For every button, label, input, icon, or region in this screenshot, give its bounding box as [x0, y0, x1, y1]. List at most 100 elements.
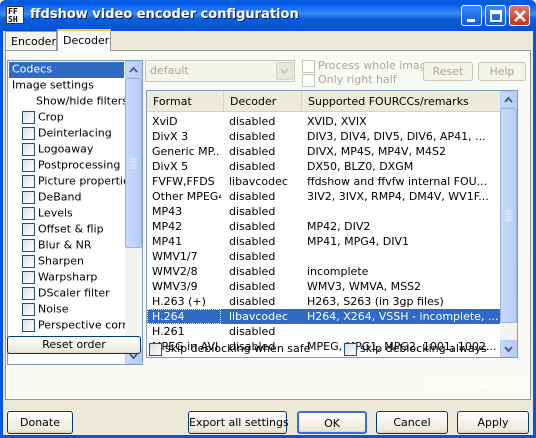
codec-row[interactable]: WMV3/9 disabled WMV3, WMVA, MSS2 — [147, 279, 501, 294]
minimize-button[interactable] — [461, 5, 482, 26]
codec-cell-remarks: DX50, BLZ0, DXGM — [307, 160, 414, 173]
tree-item-label: Picture properties — [38, 174, 136, 188]
codec-row[interactable]: H.261 disabled — [147, 324, 501, 339]
skip-deblocking-always-checkbox[interactable]: skip deblocking always — [344, 342, 487, 356]
filter-checkbox[interactable] — [22, 110, 35, 124]
codec-cell-format: Generic MP... — [152, 145, 221, 158]
codec-row[interactable]: MP43 disabled — [147, 204, 501, 219]
codec-row[interactable]: DivX 5 disabled DX50, BLZ0, DXGM — [147, 159, 501, 174]
column-header-decoder[interactable]: Decoder — [224, 91, 302, 111]
reset-button[interactable]: Reset — [423, 62, 473, 81]
filter-checkbox[interactable] — [22, 142, 35, 156]
tree-item-label: Deinterlacing — [38, 126, 112, 140]
tree-item[interactable]: Deinterlacing — [22, 126, 124, 142]
codec-row[interactable]: Generic MP... disabled DIVX, MP4S, MP4V, M… — [147, 144, 501, 159]
tree-item[interactable]: Logoaway — [22, 142, 124, 158]
filter-checkbox[interactable] — [22, 270, 35, 284]
tree-scrollbar[interactable] — [125, 61, 142, 364]
filter-checkbox[interactable] — [22, 318, 35, 332]
codec-row[interactable]: MP42 disabled MP42, DIV2 — [147, 219, 501, 234]
filter-checkbox[interactable] — [22, 206, 35, 220]
filter-checkbox[interactable] — [22, 286, 35, 300]
column-header-format[interactable]: Format — [147, 91, 224, 111]
chevron-down-icon — [280, 68, 289, 75]
codec-cell-format: H.261 — [152, 325, 185, 338]
donate-button[interactable]: Donate — [7, 411, 73, 434]
grip-icon — [505, 210, 512, 221]
codec-cell-remarks: incomplete — [307, 265, 369, 278]
skip-deblocking-always-box[interactable] — [344, 342, 357, 356]
tree-item[interactable]: DScaler filter — [22, 286, 124, 302]
tab-decoder[interactable]: Decoder — [57, 29, 111, 51]
tree-scroll-up-button[interactable] — [125, 61, 142, 78]
window-title: ffdshow video encoder configuration — [30, 7, 299, 22]
codec-list-scroll-down-button[interactable] — [500, 340, 517, 357]
tree-item[interactable]: Warpsharp — [22, 270, 124, 286]
tree-item[interactable]: Blur & NR — [22, 238, 124, 254]
codec-list-scroll-thumb[interactable] — [500, 108, 517, 323]
codec-row[interactable]: WMV1/7 disabled — [147, 249, 501, 264]
title-bar[interactable]: FF SH ffdshow video encoder configuration — [0, 0, 536, 31]
maximize-button[interactable] — [485, 5, 506, 26]
filter-checkbox[interactable] — [22, 190, 35, 204]
codec-cell-decoder: libavcodec — [229, 175, 288, 188]
process-whole-image-checkbox[interactable]: Process whole image — [302, 59, 434, 73]
only-right-half-checkbox[interactable]: Only right half — [302, 73, 397, 87]
codec-row[interactable]: XviD disabled XVID, XVIX — [147, 114, 501, 129]
ffdshow-app-icon[interactable]: FF SH — [6, 6, 24, 24]
tree-item[interactable]: Postprocessing — [22, 158, 124, 174]
filter-checkbox[interactable] — [22, 158, 35, 172]
help-button[interactable]: Help — [478, 62, 526, 81]
apply-button[interactable]: Apply — [457, 411, 529, 434]
section-tree[interactable]: Codecs Image settings Show/hide filters Cro… — [7, 60, 143, 365]
process-whole-image-box[interactable] — [302, 59, 315, 73]
tree-item[interactable]: Levels — [22, 206, 124, 222]
filter-checkbox[interactable] — [22, 302, 35, 316]
chevron-up-icon — [129, 66, 138, 73]
tree-item[interactable]: Image settings — [12, 78, 124, 94]
tree-item[interactable]: Picture properties — [22, 174, 135, 190]
codec-cell-decoder: disabled — [229, 265, 276, 278]
skip-deblocking-when-safe-box[interactable] — [149, 342, 162, 356]
codec-list-scroll-up-button[interactable] — [500, 91, 517, 108]
codec-cell-remarks — [302, 249, 501, 264]
tab-encoder[interactable]: Encoder — [5, 31, 57, 51]
preset-dropdown-button[interactable] — [276, 62, 293, 80]
tree-item[interactable]: Sharpen — [22, 254, 124, 270]
codec-row[interactable]: DivX 3 disabled DIV3, DIV4, DIV5, DIV6, AP… — [147, 129, 501, 144]
codec-list-scrollbar[interactable] — [500, 91, 517, 357]
preset-select[interactable]: default — [145, 60, 295, 82]
tree-item[interactable]: Codecs — [9, 62, 124, 78]
export-all-settings-button[interactable]: Export all settings — [188, 411, 289, 434]
reset-order-button[interactable]: Reset order — [7, 336, 141, 354]
codec-cell-format: MP43 — [152, 205, 183, 218]
codec-row[interactable]: WMV2/8 disabled incomplete — [147, 264, 501, 279]
tree-item[interactable]: Show/hide filters — [36, 94, 128, 110]
codec-cell-remarks: XVID, XVIX — [307, 115, 367, 128]
codec-cell-format: Other MPEG4 — [152, 190, 221, 203]
tree-scroll-thumb[interactable] — [125, 78, 142, 248]
codec-row[interactable]: MP41 disabled MP41, MPG4, DIV1 — [147, 234, 501, 249]
tree-item[interactable]: Perspective corr. — [22, 318, 129, 334]
skip-deblocking-when-safe-checkbox[interactable]: skip deblocking when safe — [149, 342, 310, 356]
tree-item[interactable]: Crop — [22, 110, 124, 126]
watermark-text: digital-digest.com — [427, 379, 526, 392]
filter-checkbox[interactable] — [22, 254, 35, 268]
filter-checkbox[interactable] — [22, 126, 35, 140]
cancel-button[interactable]: Cancel — [376, 411, 448, 434]
column-header-remarks[interactable]: Supported FOURCCs/remarks — [302, 91, 501, 111]
tree-item[interactable]: DeBand — [22, 190, 124, 206]
codec-row[interactable]: FVFW,FFDS libavcodec ffdshow and ffvfw int… — [147, 174, 501, 189]
tree-item[interactable]: Offset & flip — [22, 222, 124, 238]
only-right-half-box[interactable] — [302, 73, 315, 87]
filter-checkbox[interactable] — [22, 174, 35, 188]
codec-row[interactable]: Other MPEG4 disabled 3IV2, 3IVX, RMP4, DM4… — [147, 189, 501, 204]
codec-list[interactable]: Format Decoder Supported FOURCCs/remarks… — [146, 90, 518, 358]
filter-checkbox[interactable] — [22, 222, 35, 236]
ok-button[interactable]: OK — [297, 411, 367, 434]
codec-row[interactable]: H.263 (+) disabled H263, S263 (in 3gp file… — [147, 294, 501, 309]
tree-item[interactable]: Noise — [22, 302, 124, 318]
codec-row[interactable]: H.264 libavcodec H264, X264, VSSH - incomp… — [147, 309, 501, 324]
close-button[interactable] — [509, 5, 530, 26]
filter-checkbox[interactable] — [22, 238, 35, 252]
